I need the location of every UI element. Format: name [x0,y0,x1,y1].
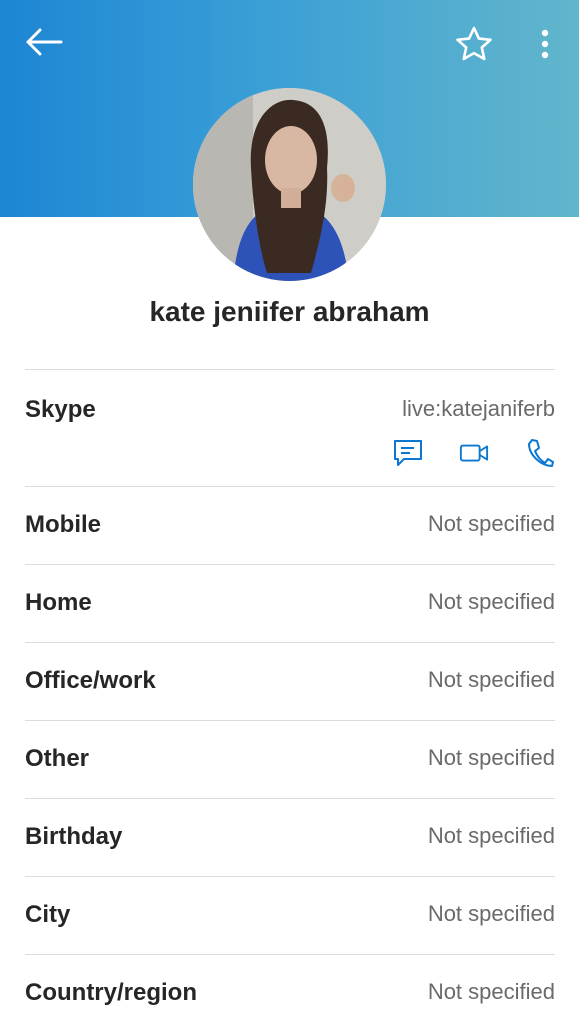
phone-call-button[interactable] [525,438,555,468]
detail-value: Not specified [427,589,555,614]
video-call-icon [459,444,489,462]
detail-label: City [25,901,71,928]
contact-name: kate jeniifer abraham [149,296,430,327]
skype-actions [357,438,555,468]
detail-label: Mobile [25,511,101,538]
skype-id: live:katejaniferb [402,396,555,421]
detail-label: Other [25,745,90,772]
detail-label: Country/region [25,979,197,1006]
detail-row-country[interactable]: Country/region Not specified [25,954,555,1032]
video-call-button[interactable] [459,438,489,468]
favorite-button[interactable] [450,20,498,68]
detail-value: Not specified [427,745,555,770]
back-button[interactable] [18,20,70,64]
arrow-left-icon [26,28,63,56]
detail-value: Not specified [427,901,555,926]
chat-icon [394,440,422,466]
chat-button[interactable] [393,438,423,468]
detail-label: Home [25,589,92,616]
skype-label: Skype [25,396,96,423]
skype-row: Skype live:katejaniferb [25,369,555,486]
detail-row-city[interactable]: City Not specified [25,876,555,954]
more-options-button[interactable] [528,22,562,66]
detail-row-other[interactable]: Other Not specified [25,720,555,798]
detail-row-mobile[interactable]: Mobile Not specified [25,486,555,564]
more-vertical-icon [541,29,549,59]
star-outline-icon [456,26,492,61]
detail-value: Not specified [427,979,555,1004]
phone-icon [528,439,554,467]
profile-photo [193,88,386,281]
detail-value: Not specified [427,823,555,848]
detail-value: Not specified [427,667,555,692]
detail-value: Not specified [427,511,555,536]
detail-row-birthday[interactable]: Birthday Not specified [25,798,555,876]
detail-label: Office/work [25,667,156,694]
avatar[interactable] [193,88,386,281]
contact-details-list: Skype live:katejaniferb Mobile Not speci… [25,369,555,1032]
detail-row-office[interactable]: Office/work Not specified [25,642,555,720]
detail-row-home[interactable]: Home Not specified [25,564,555,642]
detail-label: Birthday [25,823,123,850]
